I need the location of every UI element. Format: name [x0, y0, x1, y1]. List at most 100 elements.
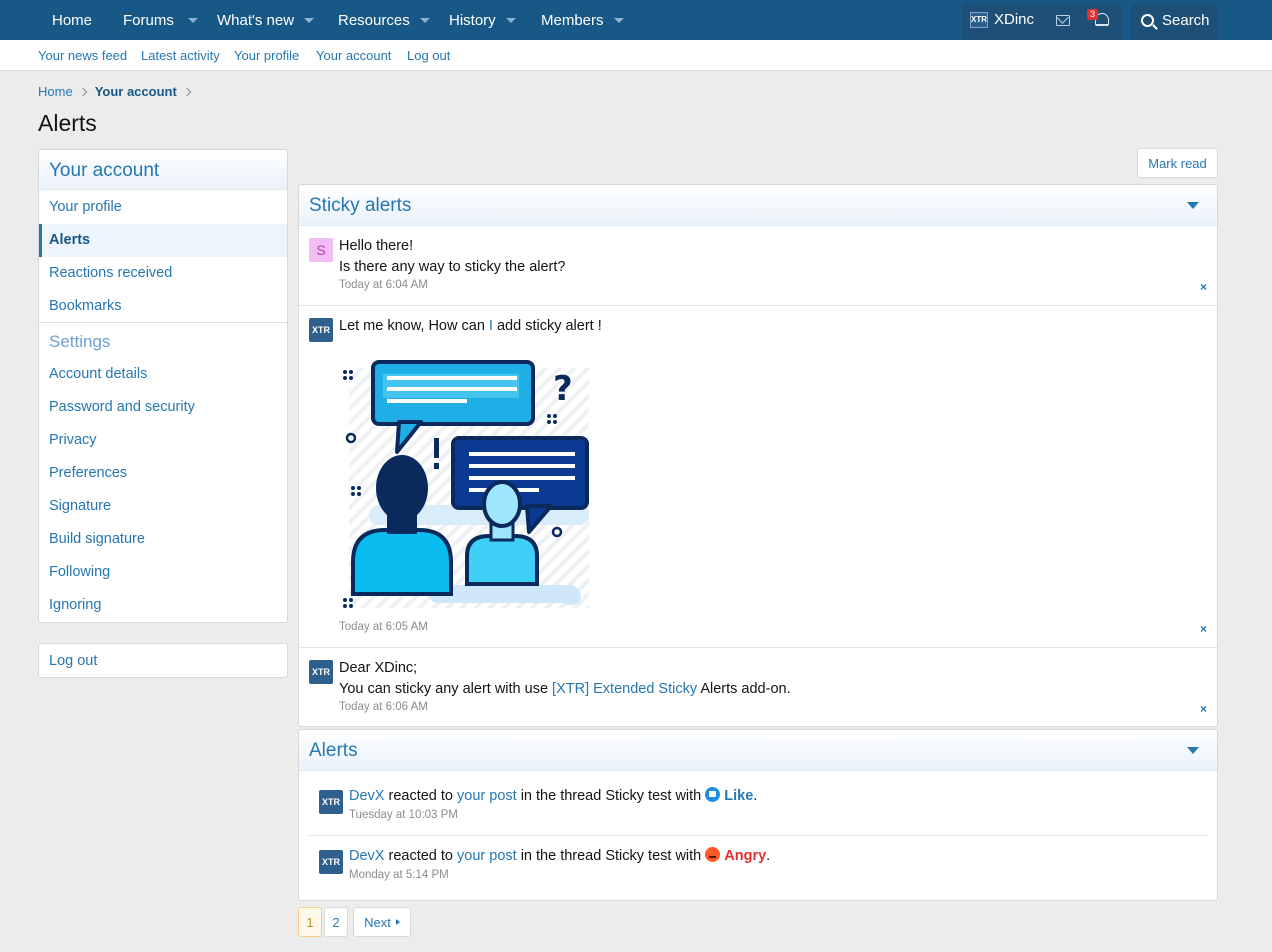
page-2-button[interactable]: 2	[324, 907, 348, 937]
alerts-block: Alerts XTR DevX reacted to your post in …	[298, 729, 1218, 901]
sidebar-item-following[interactable]: Following	[39, 556, 287, 589]
sticky-alerts-header: Sticky alerts	[299, 185, 1217, 226]
top-navigation: Home Forums What's new Resources History…	[0, 0, 1272, 40]
user-avatar[interactable]: S	[309, 238, 333, 262]
chat-illustration-image: ?	[343, 360, 589, 608]
mark-read-button[interactable]: Mark read	[1137, 148, 1218, 178]
alerts-header: Alerts	[299, 730, 1217, 771]
collapse-toggle-icon[interactable]	[1187, 747, 1199, 754]
chevron-right-icon	[182, 87, 192, 96]
subnav-latest-activity[interactable]: Latest activity	[141, 48, 220, 63]
sidebar-title: Your account	[39, 150, 287, 190]
nav-resources[interactable]: Resources	[338, 0, 430, 40]
alert-line: You can sticky any alert with use [XTR] …	[339, 679, 791, 700]
user-avatar[interactable]: XTR	[309, 318, 333, 342]
sidebar-logout-button[interactable]: Log out	[38, 643, 288, 678]
sticky-alert-item: XTR Dear XDinc; You can sticky any alert…	[299, 648, 1217, 726]
alert-count-badge: 3	[1087, 9, 1098, 20]
subnav-log-out[interactable]: Log out	[407, 48, 450, 63]
nav-history[interactable]: History	[449, 0, 516, 40]
alert-text-part: Let me know, How can	[339, 318, 489, 334]
chevron-down-icon[interactable]	[187, 17, 198, 23]
next-page-button[interactable]: Next	[353, 907, 411, 937]
alert-post-link[interactable]: your post	[457, 848, 517, 864]
next-label: Next	[364, 914, 391, 930]
alert-message: Let me know, How can I add sticky alert …	[339, 316, 602, 337]
alert-line: Dear XDinc;	[339, 660, 418, 676]
sidebar-item-alerts[interactable]: Alerts	[39, 224, 287, 257]
sub-navigation: Your news feed Latest activity Your prof…	[0, 40, 1272, 71]
alert-line: Hello there!	[339, 238, 414, 254]
nav-whats-new[interactable]: What's new	[217, 0, 315, 40]
search-icon	[1141, 14, 1154, 27]
collapse-toggle-icon[interactable]	[1187, 202, 1199, 209]
user-avatar[interactable]: XTR	[319, 850, 343, 874]
sticky-alert-item: XTR Let me know, How can I add sticky al…	[299, 306, 1217, 648]
nav-whats-new-label: What's new	[217, 11, 295, 29]
user-avatar[interactable]: XTR	[319, 790, 343, 814]
breadcrumb-home[interactable]: Home	[38, 84, 73, 99]
nav-members[interactable]: Members	[541, 0, 624, 40]
sidebar-item-ignoring[interactable]: Ignoring	[39, 589, 287, 622]
sidebar-item-reactions-received[interactable]: Reactions received	[39, 257, 287, 290]
alert-line: Is there any way to sticky the alert?	[339, 259, 566, 275]
account-sidebar: Your account Your profile Alerts Reactio…	[38, 149, 288, 623]
close-icon[interactable]: ×	[1200, 280, 1207, 294]
alert-text-part: reacted to	[384, 788, 458, 804]
alert-text-part: in the thread Sticky test with	[516, 848, 706, 864]
nav-resources-label: Resources	[338, 11, 410, 29]
breadcrumb-your-account[interactable]: Your account	[95, 84, 177, 99]
page-1-button[interactable]: 1	[298, 907, 322, 937]
user-avatar: XTR	[970, 11, 988, 28]
alert-user-link[interactable]: DevX	[349, 848, 384, 864]
nav-home[interactable]: Home	[52, 0, 92, 40]
chevron-down-icon[interactable]	[613, 17, 624, 23]
sidebar-item-privacy[interactable]: Privacy	[39, 424, 287, 457]
chevron-right-icon	[395, 919, 400, 925]
reaction-label: Like	[724, 788, 754, 804]
page-title: Alerts	[38, 110, 97, 136]
subnav-your-account[interactable]: Your account	[316, 48, 391, 63]
sidebar-item-preferences[interactable]: Preferences	[39, 457, 287, 490]
close-icon[interactable]: ×	[1200, 622, 1207, 636]
alert-post-link[interactable]: your post	[457, 788, 517, 804]
subnav-news-feed[interactable]: Your news feed	[38, 48, 127, 63]
sidebar-item-your-profile[interactable]: Your profile	[39, 191, 287, 224]
nav-history-label: History	[449, 11, 496, 29]
sidebar-item-account-details[interactable]: Account details	[39, 358, 287, 391]
chevron-down-icon[interactable]	[505, 17, 516, 23]
alert-text-part: Alerts add-on.	[697, 681, 791, 697]
svg-text:?: ?	[553, 369, 573, 409]
alert-text-part: reacted to	[384, 848, 458, 864]
angry-reaction-icon	[705, 847, 721, 862]
user-menu[interactable]: XTR XDinc	[970, 11, 1034, 28]
alert-user-link[interactable]: DevX	[349, 788, 384, 804]
subnav-your-profile[interactable]: Your profile	[234, 48, 299, 63]
alert-message: Dear XDinc; You can sticky any alert wit…	[339, 658, 791, 700]
sidebar-item-build-signature[interactable]: Build signature	[39, 523, 287, 556]
sidebar-item-bookmarks[interactable]: Bookmarks	[39, 290, 287, 323]
username: XDinc	[994, 11, 1035, 28]
sidebar-item-signature[interactable]: Signature	[39, 490, 287, 523]
alert-message: DevX reacted to your post in the thread …	[349, 846, 770, 867]
nav-forums[interactable]: Forums	[123, 0, 198, 40]
chevron-down-icon[interactable]	[419, 17, 430, 23]
search-label: Search	[1162, 12, 1210, 29]
sidebar-item-password-security[interactable]: Password and security	[39, 391, 287, 424]
search-button[interactable]: Search	[1141, 12, 1210, 29]
sticky-alert-item: S Hello there! Is there any way to stick…	[299, 226, 1217, 306]
sticky-alerts-title: Sticky alerts	[309, 195, 412, 216]
alert-text-part: You can sticky any alert with use	[339, 681, 553, 697]
chevron-right-icon	[78, 87, 87, 96]
like-reaction-icon	[705, 787, 721, 802]
mail-icon[interactable]	[1056, 15, 1070, 26]
close-icon[interactable]: ×	[1200, 702, 1207, 716]
alert-text-part: in the thread Sticky test with	[516, 788, 706, 804]
addon-link[interactable]: [XTR] Extended Sticky	[552, 681, 697, 697]
sidebar-divider	[39, 322, 287, 323]
chevron-down-icon[interactable]	[304, 17, 315, 23]
alerts-title: Alerts	[309, 740, 358, 761]
reaction-label: Angry	[724, 848, 767, 864]
user-avatar[interactable]: XTR	[309, 660, 333, 684]
alert-time: Tuesday at 10:03 PM	[349, 809, 458, 821]
